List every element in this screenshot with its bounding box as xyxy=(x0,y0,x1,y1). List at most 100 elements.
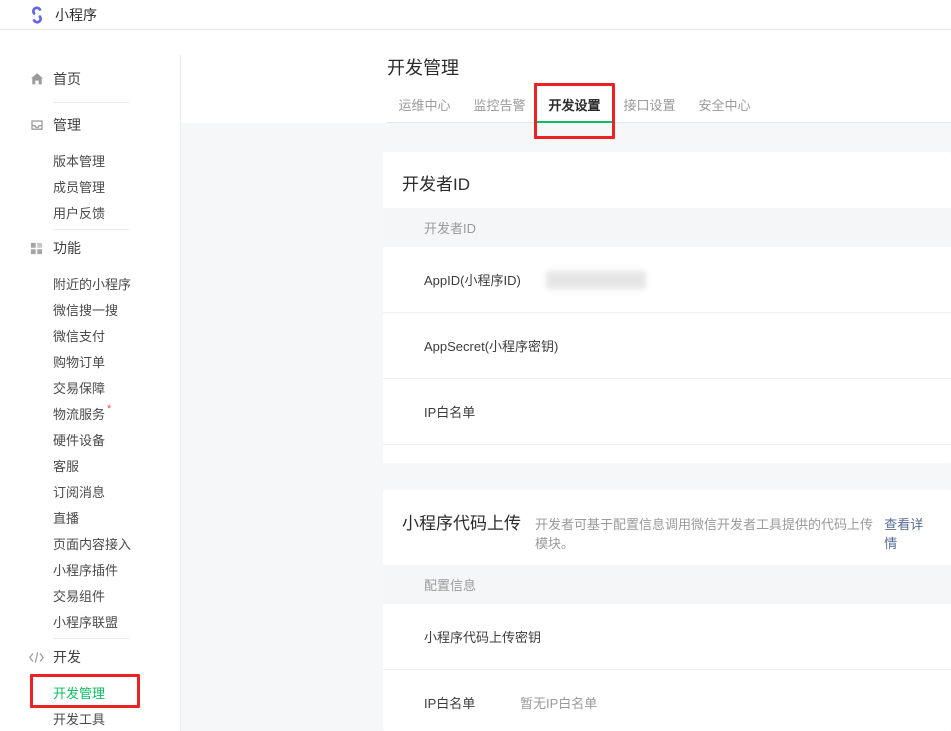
developer-id-table-header: 开发者ID xyxy=(383,208,951,247)
field-label: IP白名单 xyxy=(424,693,520,712)
sidebar-item-label: 成员管理 xyxy=(53,177,105,196)
home-icon xyxy=(28,71,45,87)
code-upload-card-head: 小程序代码上传 开发者可基于配置信息调用微信开发者工具提供的代码上传模块。 查看… xyxy=(383,490,951,552)
sidebar-item-label: 小程序插件 xyxy=(53,560,118,579)
sidebar-item-label: 首页 xyxy=(53,69,81,89)
sidebar-item-manage[interactable]: 管理 xyxy=(0,112,181,138)
topbar: 小程序 xyxy=(0,0,951,30)
tab-bar: 运维中心 监控告警 开发设置 接口设置 安全中心 xyxy=(387,93,951,123)
code-icon xyxy=(28,651,45,664)
sidebar-item-label: 客服 xyxy=(53,456,79,475)
page-header: 开发管理 运维中心 监控告警 开发设置 接口设置 安全中心 xyxy=(181,30,951,123)
sidebar-item-label: 开发管理 xyxy=(53,683,105,702)
tab-operations-center[interactable]: 运维中心 xyxy=(387,93,462,122)
tab-api-settings[interactable]: 接口设置 xyxy=(612,93,687,122)
code-upload-rows: 小程序代码上传密钥 IP白名单暂无IP白名单 xyxy=(383,604,951,731)
sidebar-item-logistics-service[interactable]: 物流服务* xyxy=(0,400,181,426)
sidebar-item-live-streaming[interactable]: 直播 xyxy=(0,504,181,530)
sidebar-item-label: 开发工具 xyxy=(53,709,105,728)
sidebar-item-hardware-devices[interactable]: 硬件设备 xyxy=(0,426,181,452)
sidebar-divider xyxy=(53,229,129,230)
table-row-upload-key: 小程序代码上传密钥 xyxy=(383,604,951,670)
sidebar-item-miniprogram-union[interactable]: 小程序联盟 xyxy=(0,608,181,634)
sidebar-item-label: 页面内容接入 xyxy=(53,534,131,553)
grid-icon xyxy=(28,241,45,256)
sidebar-item-label: 订阅消息 xyxy=(53,482,105,501)
sidebar-item-label: 交易保障 xyxy=(53,378,105,397)
developer-id-rows: AppID(小程序ID) AppSecret(小程序密钥) IP白名单 xyxy=(383,247,951,445)
sidebar-item-label: 开发 xyxy=(53,647,81,667)
tab-label: 监控告警 xyxy=(473,98,525,113)
section-title-developer-id: 开发者ID xyxy=(402,174,470,195)
sidebar-item-label: 版本管理 xyxy=(53,151,105,170)
sidebar-item-label: 微信支付 xyxy=(53,326,105,345)
sidebar-item-label: 微信搜一搜 xyxy=(53,300,118,319)
table-header-label: 开发者ID xyxy=(424,218,476,237)
sidebar-item-page-content-access[interactable]: 页面内容接入 xyxy=(0,530,181,556)
tab-develop-settings[interactable]: 开发设置 xyxy=(537,93,612,122)
sidebar-item-version-management[interactable]: 版本管理 xyxy=(0,147,181,173)
app-window: 小程序 首页管理版本管理成员管理用户反馈功能附近的小程序微信搜一搜微信支付购物订… xyxy=(0,0,951,731)
sidebar-item-develop-tools[interactable]: 开发工具 xyxy=(0,705,181,731)
sidebar-item-wechat-search[interactable]: 微信搜一搜 xyxy=(0,296,181,322)
sidebar-item-transaction-guarantee[interactable]: 交易保障 xyxy=(0,374,181,400)
field-label: IP白名单 xyxy=(424,402,520,421)
sidebar-item-miniprogram-plugin[interactable]: 小程序插件 xyxy=(0,556,181,582)
main-content: 开发管理 运维中心 监控告警 开发设置 接口设置 安全中心 开发者ID 开发者ID Ap… xyxy=(181,30,951,731)
table-header-label: 配置信息 xyxy=(424,575,476,594)
required-asterisk: * xyxy=(107,403,111,415)
field-label: AppID(小程序ID) xyxy=(424,270,520,289)
page-body: 开发者ID 开发者ID AppID(小程序ID) AppSecret(小程序密钥)… xyxy=(181,123,951,731)
developer-id-card: 开发者ID 开发者ID AppID(小程序ID) AppSecret(小程序密钥)… xyxy=(383,152,951,463)
sidebar-item-member-management[interactable]: 成员管理 xyxy=(0,173,181,199)
sidebar-item-label: 购物订单 xyxy=(53,352,105,371)
sidebar-item-label: 小程序联盟 xyxy=(53,612,118,631)
layout: 首页管理版本管理成员管理用户反馈功能附近的小程序微信搜一搜微信支付购物订单交易保… xyxy=(0,30,951,731)
table-row-appid: AppID(小程序ID) xyxy=(383,247,951,313)
field-label: AppSecret(小程序密钥) xyxy=(424,336,520,355)
redacted-value xyxy=(546,271,646,289)
app-title: 小程序 xyxy=(55,5,97,25)
sidebar-item-label: 直播 xyxy=(53,508,79,527)
sidebar-divider xyxy=(53,102,129,103)
inbox-icon xyxy=(28,117,45,133)
section-title-code-upload: 小程序代码上传 xyxy=(402,513,521,534)
sidebar-item-features[interactable]: 功能 xyxy=(0,235,181,261)
sidebar-item-develop[interactable]: 开发 xyxy=(0,644,181,670)
sidebar-item-trade-component[interactable]: 交易组件 xyxy=(0,582,181,608)
tab-label: 运维中心 xyxy=(398,98,450,113)
sidebar-item-wechat-pay[interactable]: 微信支付 xyxy=(0,322,181,348)
sidebar-item-subscribe-message[interactable]: 订阅消息 xyxy=(0,478,181,504)
sidebar-item-develop-management[interactable]: 开发管理 xyxy=(0,679,181,705)
table-row-upload-ip-whitelist: IP白名单暂无IP白名单 xyxy=(383,670,951,731)
sidebar-item-label: 功能 xyxy=(53,238,81,258)
miniprogram-logo-icon[interactable] xyxy=(27,5,47,25)
table-row-appsecret: AppSecret(小程序密钥) xyxy=(383,313,951,379)
code-upload-table-header: 配置信息 xyxy=(383,565,951,604)
tab-label: 安全中心 xyxy=(698,98,750,113)
sidebar-item-shopping-orders[interactable]: 购物订单 xyxy=(0,348,181,374)
sidebar-item-customer-service[interactable]: 客服 xyxy=(0,452,181,478)
tab-label: 开发设置 xyxy=(548,98,600,113)
tab-monitor-alarm[interactable]: 监控告警 xyxy=(462,93,537,122)
developer-id-card-head: 开发者ID xyxy=(383,152,951,195)
sidebar-item-label: 物流服务 xyxy=(53,404,105,423)
sidebar-item-user-feedback[interactable]: 用户反馈 xyxy=(0,199,181,225)
field-value: 暂无IP白名单 xyxy=(520,693,597,712)
table-row-ip-whitelist: IP白名单 xyxy=(383,379,951,445)
tab-label: 接口设置 xyxy=(623,98,675,113)
sidebar-item-label: 硬件设备 xyxy=(53,430,105,449)
sidebar-item-label: 交易组件 xyxy=(53,586,105,605)
tab-security-center[interactable]: 安全中心 xyxy=(687,93,762,122)
sidebar-item-home[interactable]: 首页 xyxy=(0,66,181,92)
sidebar-divider xyxy=(53,638,129,639)
view-details-link[interactable]: 查看详情 xyxy=(884,514,932,552)
sidebar-item-label: 用户反馈 xyxy=(53,203,105,222)
sidebar-item-nearby-miniprograms[interactable]: 附近的小程序 xyxy=(0,270,181,296)
field-label: 小程序代码上传密钥 xyxy=(424,627,520,646)
sidebar-item-label: 附近的小程序 xyxy=(53,274,131,293)
sidebar: 首页管理版本管理成员管理用户反馈功能附近的小程序微信搜一搜微信支付购物订单交易保… xyxy=(0,30,181,731)
section-description: 开发者可基于配置信息调用微信开发者工具提供的代码上传模块。 xyxy=(535,514,881,552)
code-upload-card: 小程序代码上传 开发者可基于配置信息调用微信开发者工具提供的代码上传模块。 查看… xyxy=(383,490,951,731)
page-title: 开发管理 xyxy=(387,57,951,79)
